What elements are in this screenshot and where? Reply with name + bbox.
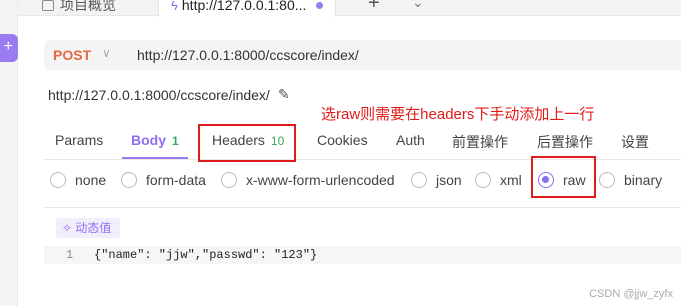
radio-label: xml [500,172,522,188]
tab-request[interactable]: ϟ http://127.0.0.1:80... [158,0,336,17]
dynamic-value-button[interactable]: ✧ 动态值 [56,218,120,238]
request-path: http://127.0.0.1:8000/ccscore/index/ [48,87,270,103]
tab-label: http://127.0.0.1:80... [181,0,307,13]
tab-label: Body [131,132,166,148]
url-bar: POST ∨ [44,40,681,70]
radio-circle [121,172,137,188]
tab-label: Auth [396,132,425,148]
tab-auth[interactable]: Auth [396,132,425,148]
tab-label: 前置操作 [452,134,508,150]
radio-label: x-www-form-urlencoded [246,172,395,188]
overview-icon [42,0,54,11]
magic-wand-icon: ✧ [62,221,73,235]
dynamic-value-label: 动态值 [75,221,112,235]
tab-label: 设置 [621,134,649,150]
radio-circle [599,172,615,188]
tab-label: Params [55,132,104,148]
chevron-down-icon[interactable]: ∨ [102,46,111,60]
tab-params[interactable]: Params [55,132,103,148]
tab-label: 后置操作 [537,134,593,150]
request-tabs: Params Body 1 Headers 10 Cookies Auth 前置操作… [44,124,681,160]
tab-project-overview[interactable]: 项目概览 [42,0,116,16]
plus-icon[interactable]: + [0,34,18,62]
radio-circle [475,172,491,188]
line-number: 1 [66,248,74,262]
radio-form-data[interactable]: form-data [121,172,206,188]
count-badge: 1 [172,134,179,148]
tab-body[interactable]: Body 1 [131,132,179,148]
radio-json[interactable]: json [411,172,462,188]
tab-label: Cookies [317,132,368,148]
radio-label: form-data [146,172,206,188]
unsaved-dot-icon [316,2,323,9]
tab-bar: 项目概览 ϟ http://127.0.0.1:80... + ⌄ [18,0,681,17]
chevron-down-icon[interactable]: ⌄ [412,0,424,11]
radio-circle [221,172,237,188]
radio-label: json [436,172,462,188]
radio-circle [50,172,66,188]
method-select[interactable]: POST [53,47,91,63]
edit-pencil-icon[interactable]: ✎ [278,86,290,103]
left-sidebar: + [0,0,18,306]
tab-label: 项目概览 [60,0,116,13]
radio-none[interactable]: none [50,172,106,188]
new-tab-plus-icon[interactable]: + [368,0,380,15]
code-text[interactable]: {"name": "jjw","passwd": "123"} [94,248,317,262]
radio-label: none [75,172,107,188]
radio-binary[interactable]: binary [599,172,662,188]
url-input[interactable] [137,45,657,65]
active-tab-underline [122,157,188,159]
tab-cookies[interactable]: Cookies [317,132,368,148]
tab-settings[interactable]: 设置 [621,132,649,152]
radio-xml[interactable]: xml [475,172,522,188]
radio-x-www-form-urlencoded[interactable]: x-www-form-urlencoded [221,172,395,188]
tab-pre-operations[interactable]: 前置操作 [452,132,508,152]
radio-label: binary [624,172,663,188]
radio-circle [411,172,427,188]
highlight-box-headers [198,124,296,162]
watermark: CSDN @jjw_zyfx [589,288,673,300]
tab-post-operations[interactable]: 后置操作 [537,132,593,152]
code-line[interactable]: 1 {"name": "jjw","passwd": "123"} [44,246,681,264]
lightning-icon: ϟ [171,0,178,13]
highlight-box-raw [531,156,596,198]
annotation-text: 选raw则需要在headers下手动添加上一行 [321,106,595,123]
body-editor[interactable]: ✧ 动态值 1 {"name": "jjw","passwd": "123"} [44,207,681,306]
